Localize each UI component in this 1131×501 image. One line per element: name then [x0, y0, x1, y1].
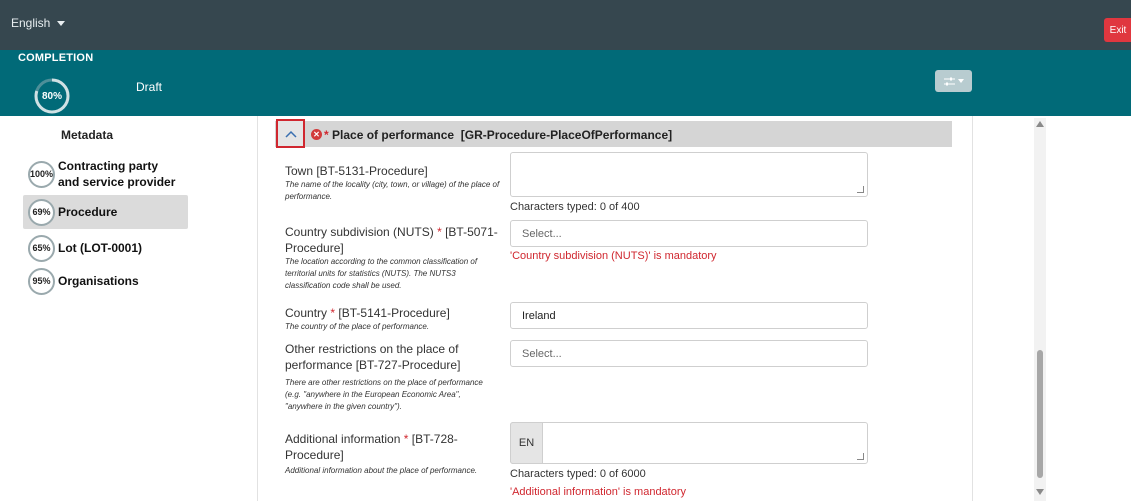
sidebar-item-lot[interactable]: 65% Lot (LOT-0001) — [23, 234, 188, 262]
country-description: The country of the place of performance. — [285, 322, 430, 331]
collapse-button[interactable] — [276, 119, 305, 148]
sidebar-item-organisations[interactable]: 95% Organisations — [23, 267, 188, 295]
chevron-down-icon — [57, 20, 66, 26]
town-description: The name of the locality (city, town, or… — [285, 180, 500, 201]
chevron-down-icon — [957, 79, 964, 83]
country-input[interactable]: Ireland — [510, 302, 868, 329]
other-restrictions-select[interactable]: Select... — [510, 340, 868, 367]
additional-info-description: Additional information about the place o… — [285, 466, 478, 475]
town-char-counter: Characters typed: 0 of 400 — [510, 201, 640, 213]
divider — [257, 116, 258, 501]
sliders-icon — [943, 77, 955, 85]
additional-info-char-counter: Characters typed: 0 of 6000 — [510, 468, 646, 480]
resize-handle-icon[interactable] — [857, 453, 864, 460]
town-label: Town [BT-5131-Procedure] — [285, 164, 428, 178]
top-bar — [0, 0, 1131, 50]
divider — [972, 116, 973, 501]
nuts-select[interactable]: Select... — [510, 220, 868, 247]
nuts-description: The location according to the common cla… — [285, 257, 478, 290]
language-dropdown[interactable]: English — [11, 16, 66, 30]
sidebar-item-label: Procedure — [58, 205, 118, 219]
town-field[interactable] — [510, 152, 868, 197]
sidebar-item-label: Organisations — [58, 274, 139, 288]
chevron-up-icon — [284, 130, 297, 138]
language-label: English — [11, 16, 51, 30]
exit-button[interactable]: Exit — [1104, 18, 1131, 42]
scroll-up-icon[interactable] — [1036, 121, 1044, 127]
sidebar-title[interactable]: Metadata — [61, 128, 113, 142]
other-restrictions-label: Other restrictions on the place of perfo… — [285, 342, 461, 372]
scrollbar-thumb[interactable] — [1037, 350, 1043, 478]
nuts-label: Country subdivision (NUTS) * [BT-5071-Pr… — [285, 225, 498, 255]
resize-handle-icon[interactable] — [857, 186, 864, 193]
sidebar-item-procedure[interactable]: 69% Procedure — [23, 195, 188, 229]
error-icon: ✕ — [311, 129, 322, 140]
language-prefix: EN — [510, 422, 543, 464]
sidebar-item-contracting-party[interactable]: 100% Contracting party and service provi… — [23, 155, 188, 193]
other-restrictions-description: There are other restrictions on the plac… — [285, 378, 483, 411]
progress-percent: 80% — [41, 90, 62, 102]
section-title: * Place of performance [GR-Procedure-Pla… — [324, 128, 673, 142]
additional-info-field[interactable] — [510, 422, 868, 464]
nuts-error: 'Country subdivision (NUTS)' is mandator… — [510, 250, 717, 262]
completion-label: COMPLETION — [18, 52, 94, 64]
progress-badge: 69% — [28, 198, 55, 226]
settings-dropdown-button[interactable] — [935, 70, 972, 92]
progress-badge: 100% — [28, 160, 55, 188]
progress-badge: 65% — [28, 234, 55, 262]
sidebar-item-label: Lot (LOT-0001) — [58, 241, 143, 255]
progress-badge: 95% — [28, 267, 55, 295]
additional-info-error: 'Additional information' is mandatory — [510, 486, 687, 498]
country-label: Country * [BT-5141-Procedure] — [285, 306, 450, 320]
scroll-down-icon[interactable] — [1036, 489, 1044, 495]
status-label: Draft — [136, 80, 163, 94]
additional-info-label: Additional information * [BT-728-Procedu… — [285, 432, 458, 462]
sidebar-item-label: Contracting party and service provider — [58, 159, 176, 189]
